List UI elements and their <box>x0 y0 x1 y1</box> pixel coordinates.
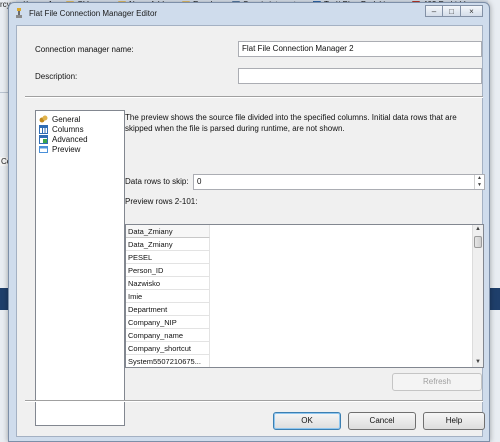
columns-icon <box>39 124 48 134</box>
page-navigation: General Columns Advanced Preview <box>35 110 125 426</box>
refresh-button[interactable]: Refresh <box>392 373 482 391</box>
connector-icon <box>16 8 22 18</box>
rows-to-skip-label: Data rows to skip: <box>125 177 189 186</box>
general-icon <box>39 115 48 124</box>
rows-to-skip-input[interactable]: 0 ▲ ▼ <box>193 174 485 190</box>
nav-label-columns: Columns <box>52 124 84 134</box>
table-row[interactable]: Nazwisko <box>126 277 210 290</box>
preview-grid[interactable]: Data_Zmiany Data_Zmiany PESEL Person_ID … <box>125 224 484 368</box>
table-row[interactable]: System5507210675... <box>126 355 210 367</box>
advanced-icon <box>39 134 48 144</box>
nav-item-general[interactable]: General <box>36 114 124 124</box>
minimize-button[interactable]: – <box>425 5 443 17</box>
bottom-separator <box>25 400 483 402</box>
table-row[interactable]: Data_Zmiany <box>126 238 210 251</box>
nav-item-advanced[interactable]: Advanced <box>36 134 124 144</box>
close-button[interactable]: × <box>461 5 483 17</box>
rows-to-skip-spinner[interactable]: ▲ ▼ <box>474 175 484 189</box>
table-row[interactable]: Company_NIP <box>126 316 210 329</box>
preview-description: The preview shows the source file divide… <box>125 113 457 133</box>
help-button[interactable]: Help <box>423 412 485 430</box>
spin-up-icon[interactable]: ▲ <box>474 175 484 182</box>
title-bar[interactable]: Flat File Connection Manager Editor – □ … <box>9 3 489 25</box>
preview-scrollbar[interactable]: ▲ ▼ <box>472 225 483 367</box>
scroll-down-icon[interactable]: ▼ <box>473 358 483 367</box>
dialog-body: Connection manager name: Flat File Conne… <box>16 25 485 437</box>
maximize-button[interactable]: □ <box>443 5 461 17</box>
grid-rows: Data_Zmiany PESEL Person_ID Nazwisko Imi… <box>126 238 483 367</box>
description-label: Description: <box>35 72 78 81</box>
rows-to-skip-value: 0 <box>197 177 202 186</box>
nav-label-preview: Preview <box>52 144 81 154</box>
grid-column-header[interactable]: Data_Zmiany <box>126 225 210 238</box>
scrollbar-thumb[interactable] <box>474 236 482 248</box>
nav-label-advanced: Advanced <box>52 134 88 144</box>
connection-name-input[interactable]: Flat File Connection Manager 2 <box>238 41 482 57</box>
table-row[interactable]: Company_name <box>126 329 210 342</box>
top-separator <box>25 96 483 98</box>
cancel-button[interactable]: Cancel <box>348 412 416 430</box>
nav-item-preview[interactable]: Preview <box>36 144 124 154</box>
table-row[interactable]: Company_shortcut <box>126 342 210 355</box>
connection-manager-dialog: Flat File Connection Manager Editor – □ … <box>8 2 490 442</box>
ok-button[interactable]: OK <box>273 412 341 430</box>
window-controls: – □ × <box>425 5 483 17</box>
nav-item-columns[interactable]: Columns <box>36 124 124 134</box>
spin-down-icon[interactable]: ▼ <box>474 182 484 189</box>
table-row[interactable]: Imie <box>126 290 210 303</box>
preview-icon <box>39 145 48 154</box>
preview-rows-label: Preview rows 2-101: <box>125 197 198 206</box>
nav-label-general: General <box>52 114 81 124</box>
connection-name-label: Connection manager name: <box>35 45 134 54</box>
background-banner-right <box>490 288 500 310</box>
table-row[interactable]: Department <box>126 303 210 316</box>
description-input[interactable] <box>238 68 482 84</box>
window-title: Flat File Connection Manager Editor <box>29 9 158 18</box>
scroll-up-icon[interactable]: ▲ <box>473 225 483 234</box>
table-row[interactable]: Person_ID <box>126 264 210 277</box>
table-row[interactable]: PESEL <box>126 251 210 264</box>
